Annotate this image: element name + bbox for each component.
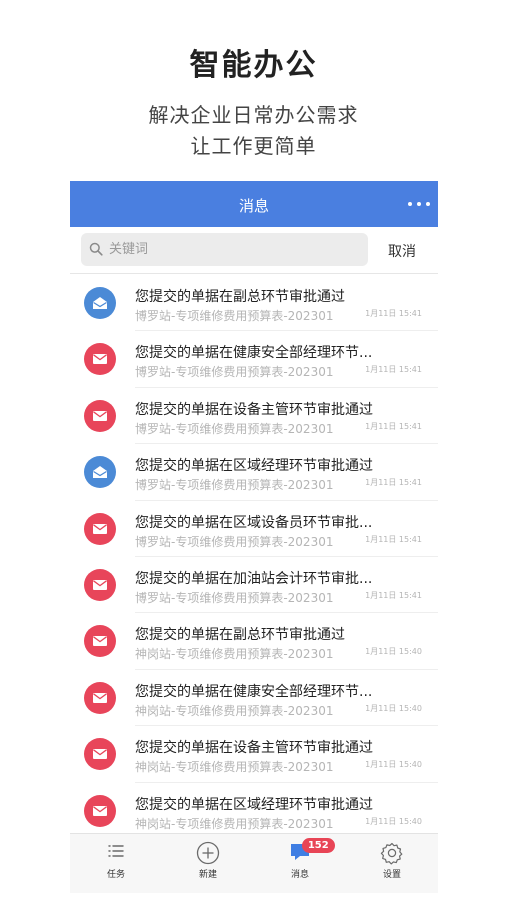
tab-label: 新建 xyxy=(198,870,217,880)
task-list-icon xyxy=(108,845,124,857)
message-subtitle: 博罗站-专项维修费用预算表-202301 xyxy=(135,478,334,493)
envelope-icon xyxy=(84,399,116,432)
tab-new[interactable]: 新建 xyxy=(162,834,254,893)
message-time: 1月11日 15:40 xyxy=(365,703,422,713)
message-title: 您提交的单据在健康安全部经理环节... xyxy=(135,345,373,362)
envelope-icon xyxy=(84,681,116,714)
promo-header: 智能办公 解决企业日常办公需求 让工作更简单 xyxy=(0,0,507,181)
message-subtitle: 神岗站-专项维修费用预算表-202301 xyxy=(135,816,334,831)
phone-screen: 消息 取消 您提交的单据在副总环节审批通过博罗站-专项维修费用预算表-20230… xyxy=(70,181,438,893)
message-title: 您提交的单据在区域设备员环节审批... xyxy=(135,514,373,531)
message-item[interactable]: 您提交的单据在区域设备员环节审批... 博罗站-专项维修费用预算表-202301 1… xyxy=(70,501,438,557)
message-title: 您提交的单据在设备主管环节审批通过 xyxy=(135,740,373,757)
envelope-icon xyxy=(84,512,116,545)
envelope-open-icon xyxy=(84,456,116,489)
message-time: 1月11日 15:41 xyxy=(365,421,422,431)
message-item[interactable]: 您提交的单据在健康安全部经理环节... 神岗站-专项维修费用预算表-202301 1… xyxy=(70,670,438,727)
tab-tasks[interactable]: 任务 xyxy=(70,834,162,893)
message-subtitle: 博罗站-专项维修费用预算表-202301 xyxy=(135,309,334,323)
gear-icon xyxy=(380,842,403,865)
message-time: 1月11日 15:41 xyxy=(365,365,422,375)
message-time: 1月11日 15:41 xyxy=(365,309,422,318)
message-time: 1月11日 15:40 xyxy=(365,816,422,826)
message-item[interactable]: 您提交的单据在副总环节审批通过 神岗站-专项维修费用预算表-202301 1月11日… xyxy=(70,613,438,670)
envelope-open-icon xyxy=(84,287,116,319)
message-subtitle: 神岗站-专项维修费用预算表-202301 xyxy=(135,647,334,662)
add-circle-icon xyxy=(196,841,220,865)
cancel-button[interactable]: 取消 xyxy=(388,241,416,261)
more-dots-icon[interactable] xyxy=(408,199,430,209)
message-time: 1月11日 15:41 xyxy=(365,534,422,544)
message-subtitle: 博罗站-专项维修费用预算表-202301 xyxy=(135,534,334,549)
envelope-icon xyxy=(84,625,116,658)
message-subtitle: 博罗站-专项维修费用预算表-202301 xyxy=(135,365,334,380)
message-time: 1月11日 15:40 xyxy=(365,647,422,657)
tab-label: 消息 xyxy=(290,870,309,880)
unread-badge: 152 xyxy=(301,838,335,853)
page-title: 消息 xyxy=(238,197,269,215)
envelope-icon xyxy=(84,343,116,376)
promo-title: 智能办公 xyxy=(189,48,318,83)
message-title: 您提交的单据在健康安全部经理环节... xyxy=(135,683,373,700)
message-item[interactable]: 您提交的单据在健康安全部经理环节... 博罗站-专项维修费用预算表-202301 1… xyxy=(70,331,438,388)
message-title: 您提交的单据在副总环节审批通过 xyxy=(135,289,345,305)
message-title: 您提交的单据在设备主管环节审批通过 xyxy=(135,401,373,418)
message-subtitle: 博罗站-专项维修费用预算表-202301 xyxy=(135,590,334,605)
message-list: 您提交的单据在副总环节审批通过 博罗站-专项维修费用预算表-202301 1月11日… xyxy=(70,275,438,839)
tab-messages[interactable]: 152 消息 xyxy=(254,834,346,893)
message-subtitle: 神岗站-专项维修费用预算表-202301 xyxy=(135,703,334,718)
message-item[interactable]: 您提交的单据在加油站会计环节审批... 博罗站-专项维修费用预算表-202301 1… xyxy=(70,557,438,614)
tab-label: 任务 xyxy=(106,870,125,880)
message-title: 您提交的单据在区域经理环节审批通过 xyxy=(135,458,373,475)
message-item[interactable]: 您提交的单据在设备主管环节审批通过 博罗站-专项维修费用预算表-202301 1月1… xyxy=(70,388,438,445)
search-bar: 取消 xyxy=(70,227,438,274)
promo-subtitle-line2: 让工作更简单 xyxy=(190,134,317,158)
tab-label: 设置 xyxy=(382,870,401,880)
envelope-icon xyxy=(84,794,116,827)
envelope-icon xyxy=(84,738,116,771)
message-time: 1月11日 15:40 xyxy=(365,760,422,770)
message-item[interactable]: 您提交的单据在区域经理环节审批通过 博罗站-专项维修费用预算表-202301 1月1… xyxy=(70,444,438,501)
promo-subtitle-line1: 解决企业日常办公需求 xyxy=(148,103,359,127)
message-item[interactable]: 您提交的单据在副总环节审批通过 博罗站-专项维修费用预算表-202301 1月11日… xyxy=(70,275,438,332)
navbar: 消息 xyxy=(70,181,438,227)
message-title: 您提交的单据在加油站会计环节审批... xyxy=(135,570,373,587)
message-title: 您提交的单据在区域经理环节审批通过 xyxy=(135,796,373,813)
message-item[interactable]: 您提交的单据在设备主管环节审批通过 神岗站-专项维修费用预算表-202301 1月1… xyxy=(70,726,438,783)
tab-bar: 任务 新建 152 消息 设置 xyxy=(70,833,438,893)
tab-settings[interactable]: 设置 xyxy=(346,834,438,893)
message-time: 1月11日 15:41 xyxy=(365,590,422,600)
message-subtitle: 神岗站-专项维修费用预算表-202301 xyxy=(135,760,334,775)
envelope-icon xyxy=(84,568,116,601)
search-box[interactable] xyxy=(81,233,368,266)
message-item[interactable]: 您提交的单据在区域经理环节审批通过 神岗站-专项维修费用预算表-202301 1月1… xyxy=(70,783,438,839)
message-subtitle: 博罗站-专项维修费用预算表-202301 xyxy=(135,421,334,436)
message-time: 1月11日 15:41 xyxy=(365,478,422,488)
search-input[interactable] xyxy=(109,233,359,266)
search-icon xyxy=(89,242,103,256)
message-title: 您提交的单据在副总环节审批通过 xyxy=(135,627,345,644)
